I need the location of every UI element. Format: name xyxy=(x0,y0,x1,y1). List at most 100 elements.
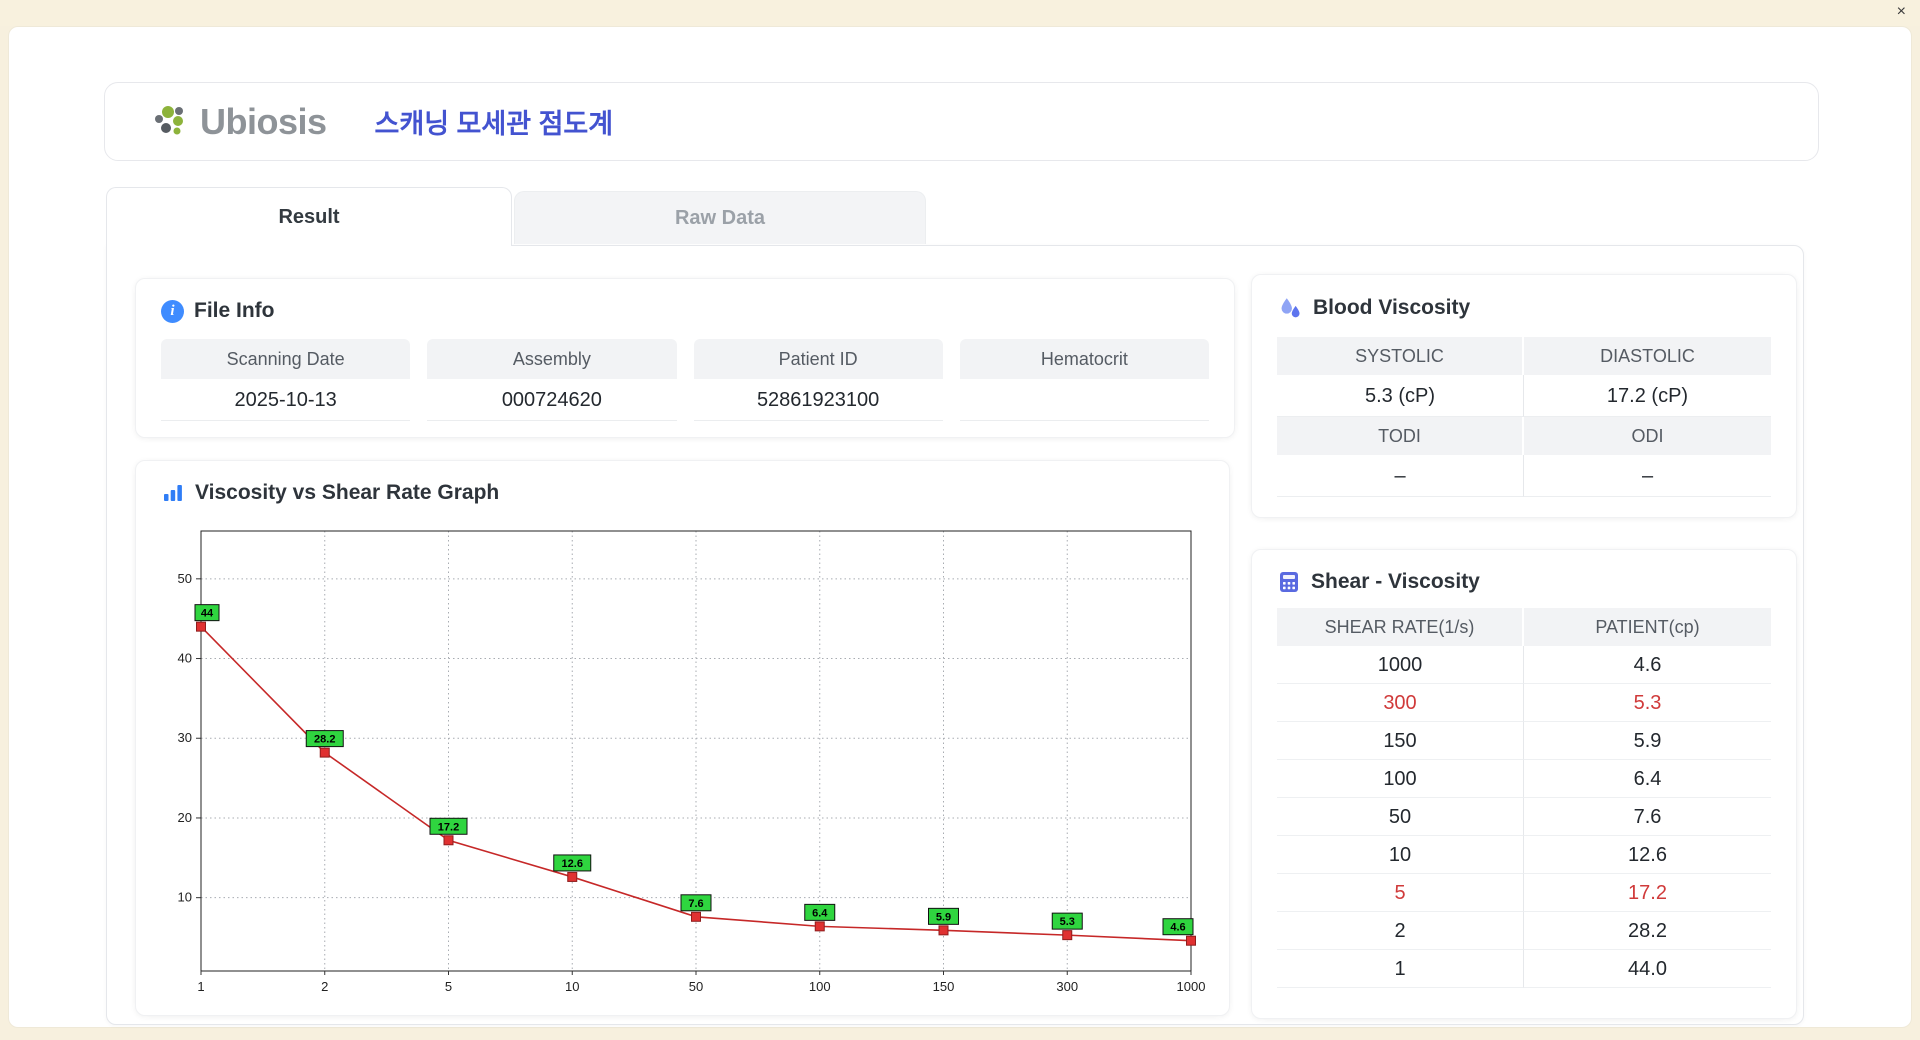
svg-text:300: 300 xyxy=(1056,979,1078,994)
patient-viscosity-cell: 28.2 xyxy=(1524,912,1771,950)
graph-title: Viscosity vs Shear Rate Graph xyxy=(195,481,500,504)
svg-text:6.4: 6.4 xyxy=(812,907,828,919)
table-row: 50 7.6 xyxy=(1277,798,1771,836)
svg-text:17.2: 17.2 xyxy=(438,821,459,833)
field-scanning-date: Scanning Date 2025-10-13 xyxy=(161,339,411,421)
field-value: 2025-10-13 xyxy=(161,379,411,421)
calculator-icon xyxy=(1280,572,1298,592)
logo: Ubiosis xyxy=(150,101,327,143)
patient-viscosity-cell: 44.0 xyxy=(1524,950,1771,988)
table-row: 5 17.2 xyxy=(1277,874,1771,912)
patient-header: PATIENT(cp) xyxy=(1524,608,1771,646)
svg-text:44: 44 xyxy=(201,608,214,620)
graph-title-row: Viscosity vs Shear Rate Graph xyxy=(161,481,1204,505)
result-panel: i File Info Scanning Date 2025-10-13 Ass… xyxy=(106,245,1804,1025)
field-hematocrit: Hematocrit xyxy=(959,339,1209,421)
patient-viscosity-cell: 5.3 xyxy=(1524,684,1771,722)
blood-viscosity-title-row: Blood Viscosity xyxy=(1277,295,1771,321)
bv-header-row-1: SYSTOLIC DIASTOLIC xyxy=(1277,337,1771,375)
svg-text:5.3: 5.3 xyxy=(1060,916,1075,928)
svg-text:5.9: 5.9 xyxy=(936,911,951,923)
svg-text:5: 5 xyxy=(445,979,452,994)
page-title: 스캐닝 모세관 점도계 xyxy=(374,109,614,139)
odi-header: ODI xyxy=(1524,417,1771,455)
droplets-icon xyxy=(1281,298,1300,318)
shear-rate-cell: 100 xyxy=(1277,760,1524,798)
table-row: 1 44.0 xyxy=(1277,950,1771,988)
svg-text:50: 50 xyxy=(178,571,192,586)
systolic-value: 5.3 (cP) xyxy=(1277,375,1524,417)
field-label: Scanning Date xyxy=(161,339,411,379)
svg-text:50: 50 xyxy=(689,979,703,994)
bar-chart-icon xyxy=(164,485,182,501)
table-row: 100 6.4 xyxy=(1277,760,1771,798)
table-row: 10 12.6 xyxy=(1277,836,1771,874)
shear-rate-header: SHEAR RATE(1/s) xyxy=(1277,608,1524,646)
svg-text:1000: 1000 xyxy=(1177,979,1206,994)
svg-text:30: 30 xyxy=(178,730,192,745)
file-info-fields: Scanning Date 2025-10-13 Assembly 000724… xyxy=(161,339,1209,421)
svg-text:10: 10 xyxy=(178,890,192,905)
close-icon[interactable]: × xyxy=(1897,4,1906,20)
shear-viscosity-title: Shear - Viscosity xyxy=(1311,570,1480,593)
viscosity-chart: 10 20 30 40 50 1 2 5 10 50 100 150 300 1000 44 28.2 17.2… xyxy=(161,519,1206,1001)
field-value xyxy=(959,379,1209,421)
titlebar: × xyxy=(0,0,1920,26)
field-assembly: Assembly 000724620 xyxy=(427,339,677,421)
field-value: 52861923100 xyxy=(693,379,943,421)
file-info-title: File Info xyxy=(194,299,275,322)
todi-value: – xyxy=(1277,455,1524,497)
svg-text:28.2: 28.2 xyxy=(314,734,335,746)
patient-viscosity-cell: 4.6 xyxy=(1524,646,1771,684)
svg-text:10: 10 xyxy=(565,979,579,994)
patient-viscosity-cell: 17.2 xyxy=(1524,874,1771,912)
logo-text: Ubiosis xyxy=(200,100,327,142)
graph-card: Viscosity vs Shear Rate Graph 10 20 30 40 50… xyxy=(135,460,1230,1016)
table-row: 1000 4.6 xyxy=(1277,646,1771,684)
bv-header-row-2: TODI ODI xyxy=(1277,417,1771,455)
svg-text:1: 1 xyxy=(197,979,204,994)
shear-rate-cell: 5 xyxy=(1277,874,1524,912)
table-row: 300 5.3 xyxy=(1277,684,1771,722)
diastolic-header: DIASTOLIC xyxy=(1524,337,1771,375)
tab-result[interactable]: Result xyxy=(106,187,512,246)
file-info-title-row: i File Info xyxy=(161,299,1209,323)
table-row: 2 28.2 xyxy=(1277,912,1771,950)
svg-text:150: 150 xyxy=(933,979,955,994)
field-label: Hematocrit xyxy=(959,339,1209,379)
patient-viscosity-cell: 12.6 xyxy=(1524,836,1771,874)
blood-viscosity-card: Blood Viscosity SYSTOLIC DIASTOLIC 5.3 (… xyxy=(1251,274,1797,518)
shear-rate-cell: 2 xyxy=(1277,912,1524,950)
blood-viscosity-title: Blood Viscosity xyxy=(1313,296,1471,319)
shear-rate-cell: 150 xyxy=(1277,722,1524,760)
shear-rate-cell: 50 xyxy=(1277,798,1524,836)
info-icon: i xyxy=(161,299,184,323)
field-label: Assembly xyxy=(427,339,677,379)
diastolic-value: 17.2 (cP) xyxy=(1524,375,1771,417)
svg-text:4.6: 4.6 xyxy=(1170,922,1185,934)
table-row: 150 5.9 xyxy=(1277,722,1771,760)
field-patient-id: Patient ID 52861923100 xyxy=(693,339,943,421)
shear-rate-cell: 300 xyxy=(1277,684,1524,722)
logo-dots-icon xyxy=(155,105,183,134)
odi-value: – xyxy=(1524,455,1771,497)
svg-text:7.6: 7.6 xyxy=(688,898,703,910)
field-value: 000724620 xyxy=(427,379,677,421)
viscosity-chart-svg: 10 20 30 40 50 1 2 5 10 50 100 150 300 1000 44 28.2 17.2… xyxy=(178,530,1206,994)
file-info-card: i File Info Scanning Date 2025-10-13 Ass… xyxy=(135,278,1235,438)
svg-text:2: 2 xyxy=(321,979,328,994)
shear-table-body: 1000 4.6 300 5.3 150 5.9 100 6.4 50 7.6 10 12.6 5 17.… xyxy=(1277,646,1771,988)
main-panel: Ubiosis 스캐닝 모세관 점도계 Result Raw Data i Fi… xyxy=(8,26,1912,1028)
patient-viscosity-cell: 7.6 xyxy=(1524,798,1771,836)
shear-viscosity-title-row: Shear - Viscosity xyxy=(1277,570,1771,594)
app-header: Ubiosis 스캐닝 모세관 점도계 xyxy=(104,82,1819,161)
patient-viscosity-cell: 6.4 xyxy=(1524,760,1771,798)
shear-viscosity-card: Shear - Viscosity SHEAR RATE(1/s) PATIEN… xyxy=(1251,549,1797,1019)
tab-raw-data[interactable]: Raw Data xyxy=(514,191,926,244)
todi-header: TODI xyxy=(1277,417,1524,455)
svg-text:12.6: 12.6 xyxy=(562,858,583,870)
shear-rate-cell: 10 xyxy=(1277,836,1524,874)
field-label: Patient ID xyxy=(693,339,943,379)
shear-viscosity-table: SHEAR RATE(1/s) PATIENT(cp) 1000 4.6 300 5.… xyxy=(1277,608,1771,988)
patient-viscosity-cell: 5.9 xyxy=(1524,722,1771,760)
